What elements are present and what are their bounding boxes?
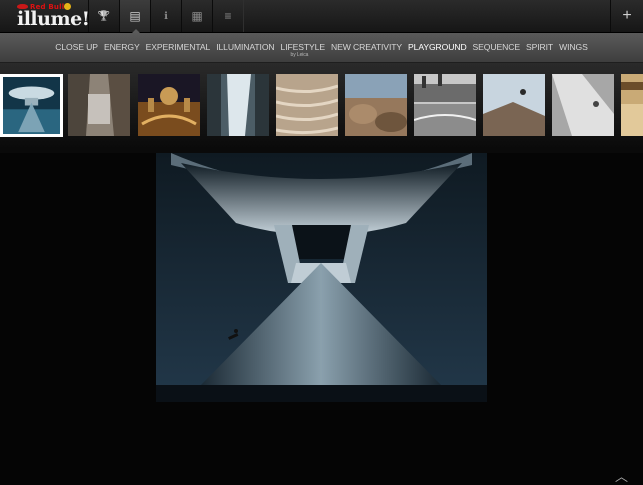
thumbnail-4[interactable] — [207, 74, 269, 136]
thumbnail-10[interactable] — [621, 74, 643, 136]
thumbnail-1[interactable] — [0, 74, 63, 137]
thumbnail-3-image — [138, 74, 200, 136]
tab-lifestyle-sponsor: by Leica — [290, 52, 309, 58]
thumbnail-3[interactable] — [138, 74, 200, 136]
list-icon: ≡ — [224, 9, 232, 23]
illume-logo[interactable]: Red Bull illume! — [12, 3, 90, 30]
main-photo-image — [156, 153, 487, 402]
trophy-icon: 🏆 — [97, 10, 111, 22]
thumbnail-strip — [0, 63, 643, 153]
plus-icon: + — [622, 7, 632, 24]
top-toolbar: Red Bull illume! 🏆 ▤ ℹ ▦ ≡ + — [0, 0, 643, 33]
info-button[interactable]: ℹ — [150, 0, 182, 32]
gallery-button[interactable]: ▤ — [119, 0, 151, 33]
add-button[interactable]: + — [610, 0, 643, 32]
calendar-button[interactable]: ▦ — [181, 0, 213, 32]
list-button[interactable]: ≡ — [212, 0, 244, 32]
thumbnail-8-image — [483, 74, 545, 136]
thumbnail-5-image — [276, 74, 338, 136]
calendar-icon: ▦ — [191, 9, 203, 23]
thumbnail-7-image — [414, 74, 476, 136]
thumbnail-2[interactable] — [68, 74, 130, 136]
category-bar: CLOSE UP ENERGY EXPERIMENTAL ILLUMINATIO… — [0, 33, 643, 63]
thumbnail-7[interactable] — [414, 74, 476, 136]
scroll-up-button[interactable]: ︿ — [615, 466, 633, 484]
logo-wordmark: illume! — [17, 8, 90, 30]
gallery-icon: ▤ — [129, 9, 141, 23]
thumbnail-9-image — [552, 74, 614, 136]
main-photo[interactable] — [156, 153, 487, 402]
thumbnail-9[interactable] — [552, 74, 614, 136]
trophy-button[interactable]: 🏆 — [88, 0, 120, 32]
thumbnail-5[interactable] — [276, 74, 338, 136]
thumbnail-1-image — [3, 77, 60, 134]
thumbnail-2-image — [68, 74, 130, 136]
thumbnail-8[interactable] — [483, 74, 545, 136]
info-icon: ℹ — [164, 10, 168, 22]
thumbnail-4-image — [207, 74, 269, 136]
thumbnail-6-image — [345, 74, 407, 136]
tab-lifestyle-label: LIFESTYLE — [280, 42, 326, 52]
thumbnail-10-image — [621, 74, 643, 136]
thumbnail-6[interactable] — [345, 74, 407, 136]
